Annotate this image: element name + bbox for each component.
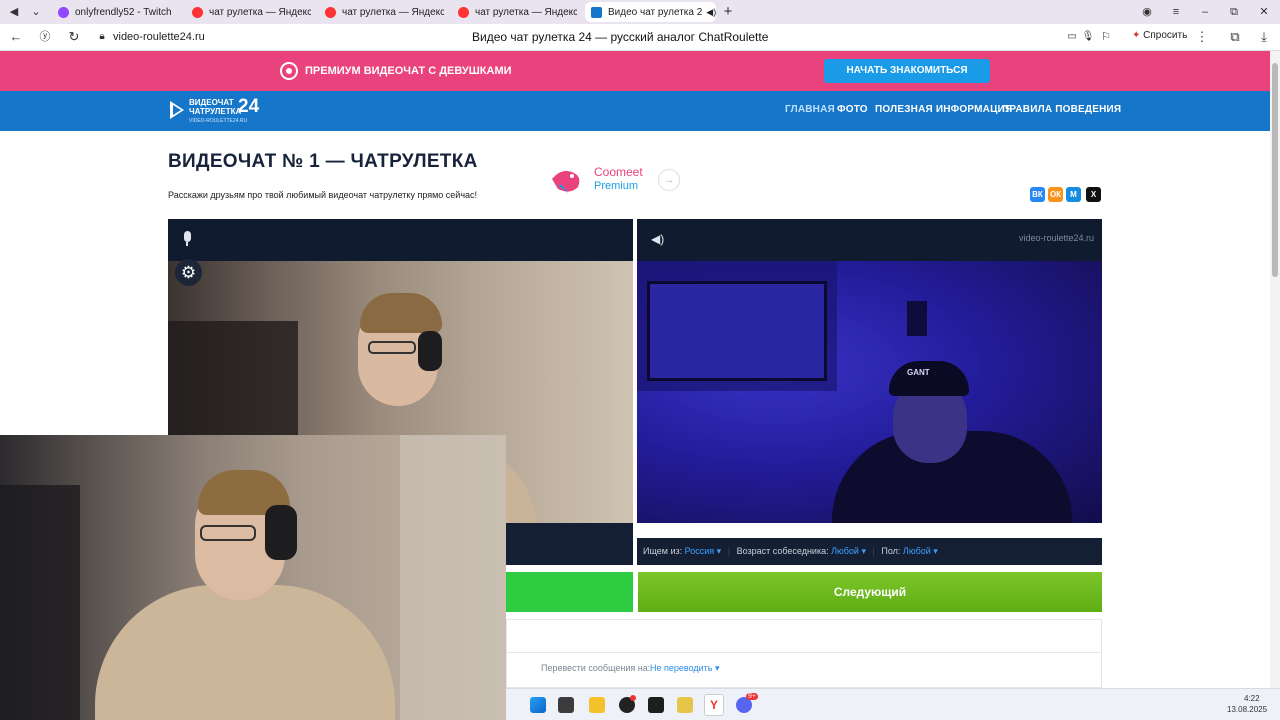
sparkle-icon: ✦ bbox=[1132, 30, 1141, 41]
back-icon[interactable]: ← bbox=[8, 29, 24, 45]
tab-yandex-3[interactable]: чат рулетка — Яндекс: на bbox=[452, 2, 577, 22]
discord-badge: 9+ bbox=[746, 693, 758, 700]
tab-video-roulette[interactable]: Видео чат рулетка 2 ◀) × bbox=[585, 2, 716, 22]
chat-panel: Перевести сообщения на: Не переводить ▾ bbox=[506, 619, 1102, 688]
share-invite-text: Расскажи друзьям про твой любимый видеоч… bbox=[168, 190, 478, 200]
age-select[interactable]: Любой ▾ bbox=[831, 546, 866, 556]
downloads-icon[interactable]: ⤓ bbox=[1256, 29, 1272, 45]
translate-select[interactable]: Не переводить ▾ bbox=[650, 663, 720, 674]
app-icon[interactable] bbox=[677, 697, 693, 713]
task-view-icon[interactable] bbox=[558, 697, 574, 713]
yandex-icon bbox=[192, 6, 203, 18]
file-explorer-icon[interactable] bbox=[589, 697, 605, 713]
webcam-overlay bbox=[0, 435, 506, 720]
tab-twitch[interactable]: onlyfrendly52 - Twitch bbox=[52, 2, 177, 22]
profile-icon[interactable]: ◉ bbox=[1139, 4, 1155, 20]
speaker-icon[interactable]: ◀ bbox=[6, 4, 22, 20]
reload-icon[interactable]: ↻ bbox=[66, 29, 82, 45]
sex-select[interactable]: Любой ▾ bbox=[903, 546, 938, 556]
site-logo[interactable]: ВИДЕОЧАТ ЧАТРУЛЕТКА 24 VIDEO-ROULETTE24.… bbox=[170, 96, 265, 126]
mail-share-icon[interactable]: М bbox=[1066, 187, 1081, 202]
more-options-icon[interactable]: ⋮ bbox=[1194, 29, 1210, 45]
windows-taskbar: Y 9+ 4:22 13.08.2025 bbox=[506, 688, 1280, 720]
speaker-icon[interactable]: ◀) bbox=[651, 232, 664, 246]
bird-logo-icon bbox=[552, 171, 580, 193]
nav-home[interactable]: ГЛАВНАЯ bbox=[785, 104, 835, 115]
windows-start-icon[interactable] bbox=[530, 697, 546, 713]
microphone-icon[interactable] bbox=[181, 231, 193, 249]
close-window-icon[interactable]: ✕ bbox=[1256, 4, 1272, 20]
scrollbar-thumb[interactable] bbox=[1272, 63, 1278, 277]
microphone-icon[interactable]: 🎙︎ bbox=[1080, 29, 1096, 45]
nav-photo[interactable]: ФОТО bbox=[837, 104, 868, 115]
site-watermark: video-roulette24.ru bbox=[1018, 233, 1094, 243]
page-title: Видео чат рулетка 24 — русский аналог Ch… bbox=[472, 30, 769, 44]
address-bar: ← ⓨ ↻ 🔒︎ video-roulette24.ru Видео чат р… bbox=[0, 24, 1280, 51]
maximize-icon[interactable]: ⧉ bbox=[1226, 4, 1242, 20]
translate-label: Перевести сообщения на: bbox=[541, 663, 651, 673]
tab-yandex-1[interactable]: чат рулетка — Яндекс: на bbox=[186, 2, 311, 22]
remote-video-feed: GANT bbox=[637, 261, 1102, 523]
terminal-icon[interactable] bbox=[648, 697, 664, 713]
clock-date[interactable]: 13.08.2025 bbox=[1227, 705, 1267, 714]
ok-share-icon[interactable]: ОК bbox=[1048, 187, 1063, 202]
settings-gear-icon[interactable]: ⚙ bbox=[175, 259, 202, 286]
url-field[interactable]: video-roulette24.ru bbox=[113, 31, 205, 43]
webcam-icon bbox=[280, 62, 298, 80]
nav-rules[interactable]: ПРАВИЛА ПОВЕДЕНИЯ bbox=[1002, 104, 1121, 115]
promo-text: ПРЕМИУМ ВИДЕОЧАТ С ДЕВУШКАМИ bbox=[305, 65, 512, 77]
promo-banner: ПРЕМИУМ ВИДЕОЧАТ С ДЕВУШКАМИ НАЧАТЬ ЗНАК… bbox=[0, 51, 1270, 91]
yandex-browser-icon[interactable]: Y bbox=[704, 694, 724, 716]
nav-useful-info[interactable]: ПОЛЕЗНАЯ ИНФОРМАЦИЯ bbox=[875, 104, 1012, 115]
next-button[interactable]: Следующий bbox=[638, 572, 1102, 612]
yandex-logo-icon[interactable]: ⓨ bbox=[37, 29, 53, 45]
coomeet-ad[interactable]: Coomeet Premium → bbox=[548, 163, 684, 195]
country-select[interactable]: Россия ▾ bbox=[685, 546, 722, 556]
twitch-icon bbox=[58, 6, 69, 18]
main-heading: ВИДЕОЧАТ № 1 — ЧАТРУЛЕТКА bbox=[168, 151, 478, 172]
search-filters-bar: Ищем из: Россия ▾ | Возраст собеседника:… bbox=[637, 538, 1102, 565]
page-scrollbar[interactable] bbox=[1270, 51, 1280, 688]
new-tab-icon[interactable]: + bbox=[720, 4, 736, 20]
vk-share-icon[interactable]: ВК bbox=[1030, 187, 1045, 202]
tab-yandex-2[interactable]: чат рулетка — Яндекс: на bbox=[319, 2, 444, 22]
menu-icon[interactable]: ≡ bbox=[1168, 4, 1184, 20]
clock-time[interactable]: 4:22 bbox=[1244, 694, 1260, 703]
remote-video-header: ◀) video-roulette24.ru bbox=[637, 219, 1102, 261]
x-share-icon[interactable]: X bbox=[1086, 187, 1101, 202]
ask-button[interactable]: ✦ Спросить bbox=[1126, 28, 1193, 46]
local-video-footer bbox=[506, 523, 633, 565]
local-video-header bbox=[168, 219, 633, 261]
start-dating-button[interactable]: НАЧАТЬ ЗНАКОМИТЬСЯ bbox=[824, 59, 990, 83]
site-navigation: ВИДЕОЧАТ ЧАТРУЛЕТКА 24 VIDEO-ROULETTE24.… bbox=[0, 91, 1270, 131]
notification-dot bbox=[630, 695, 636, 701]
speaker-icon[interactable]: ◀) bbox=[706, 7, 716, 18]
browser-tab-bar: ◀ ⌄ onlyfrendly52 - Twitch чат рулетка —… bbox=[0, 0, 1280, 24]
arrow-right-icon[interactable]: → bbox=[658, 169, 680, 191]
minimize-icon[interactable]: – bbox=[1197, 4, 1213, 20]
yandex-icon bbox=[325, 6, 336, 18]
start-button[interactable] bbox=[506, 572, 633, 612]
chevron-down-icon[interactable]: ⌄ bbox=[28, 4, 44, 20]
camera-icon[interactable]: ▭ bbox=[1064, 29, 1080, 45]
lock-icon: 🔒︎ bbox=[99, 31, 105, 42]
yandex-icon bbox=[458, 6, 469, 18]
bookmark-icon[interactable]: ⚐ bbox=[1098, 29, 1114, 45]
site-favicon-icon bbox=[591, 6, 602, 18]
extensions-icon[interactable]: ⧉ bbox=[1227, 29, 1243, 45]
